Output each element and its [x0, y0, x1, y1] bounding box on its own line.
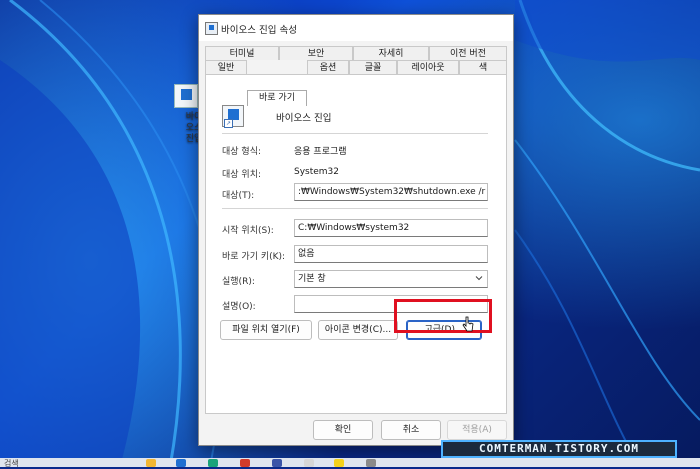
start-in-label: 시작 위치(S): — [222, 226, 274, 236]
tab-shortcut[interactable]: 바로 가기 — [247, 90, 307, 106]
change-icon-button[interactable]: 아이콘 변경(C)... — [318, 320, 398, 340]
tab-terminal[interactable]: 터미널 — [205, 46, 279, 60]
divider — [222, 133, 488, 134]
run-select[interactable]: 기본 창 — [294, 270, 488, 288]
shortcut-icon: ↗ — [222, 105, 244, 128]
notepad-icon[interactable] — [304, 459, 314, 467]
mouse-pointer-icon — [462, 316, 474, 332]
taskbar-search[interactable]: 검색 — [4, 458, 19, 469]
app-icon[interactable] — [272, 459, 282, 467]
arrow-app-icon[interactable] — [176, 459, 186, 467]
apply-button: 적용(A) — [447, 420, 507, 440]
highlight-box — [394, 299, 492, 333]
chrome-icon[interactable] — [240, 459, 250, 467]
tab-colors[interactable]: 색 — [459, 60, 507, 74]
properties-dialog: 바이오스 진입 속성 터미널 보안 자세히 이전 버전 일반 바로 가기 옵션 … — [198, 14, 514, 446]
watermark: COMTERMAN.TISTORY.COM — [441, 440, 677, 458]
tab-options[interactable]: 옵션 — [307, 60, 349, 74]
target-input[interactable]: :₩Windows₩System32₩shutdown.exe /r /fw /… — [294, 183, 488, 201]
shortcut-key-input[interactable]: 없음 — [294, 245, 488, 263]
target-location-value: System32 — [294, 167, 340, 177]
shortcut-name: 바이오스 진입 — [276, 113, 332, 124]
open-file-location-button[interactable]: 파일 위치 열기(F) — [220, 320, 312, 340]
tab-layout[interactable]: 레이아웃 — [397, 60, 459, 74]
dialog-title: 바이오스 진입 속성 — [221, 25, 297, 36]
tab-previous-versions[interactable]: 이전 버전 — [429, 46, 507, 60]
cancel-button[interactable]: 취소 — [381, 420, 441, 440]
run-label: 실행(R): — [222, 277, 255, 287]
start-in-input[interactable]: C:₩Windows₩system32 — [294, 219, 488, 237]
app-icon — [205, 22, 218, 35]
taskbar — [0, 458, 700, 467]
divider — [222, 208, 488, 209]
ok-button[interactable]: 확인 — [313, 420, 373, 440]
tab-font[interactable]: 글꼴 — [349, 60, 397, 74]
edge-icon[interactable] — [208, 459, 218, 467]
chevron-down-icon — [475, 276, 483, 281]
shortcut-key-label: 바로 가기 키(K): — [222, 252, 286, 262]
target-type-value: 응용 프로그램 — [294, 147, 347, 157]
run-select-value: 기본 창 — [298, 274, 326, 284]
tab-general[interactable]: 일반 — [205, 60, 247, 74]
tab-security[interactable]: 보안 — [279, 46, 353, 60]
target-label: 대상(T): — [222, 191, 255, 201]
file-explorer-icon[interactable] — [146, 459, 156, 467]
kakaotalk-icon[interactable] — [334, 459, 344, 467]
target-location-label: 대상 위치: — [222, 170, 262, 180]
tab-details[interactable]: 자세히 — [353, 46, 429, 60]
shortcut-icon — [174, 84, 198, 108]
tab-strip: 터미널 보안 자세히 이전 버전 일반 바로 가기 옵션 글꼴 레이아웃 색 — [205, 46, 507, 106]
dialog-titlebar[interactable]: 바이오스 진입 속성 — [199, 15, 513, 41]
comment-label: 설명(O): — [222, 302, 256, 312]
shortcut-tab-panel: ↗ 바이오스 진입 대상 형식: 응용 프로그램 대상 위치: System32… — [205, 74, 507, 414]
target-type-label: 대상 형식: — [222, 147, 262, 157]
settings-icon[interactable] — [366, 459, 376, 467]
